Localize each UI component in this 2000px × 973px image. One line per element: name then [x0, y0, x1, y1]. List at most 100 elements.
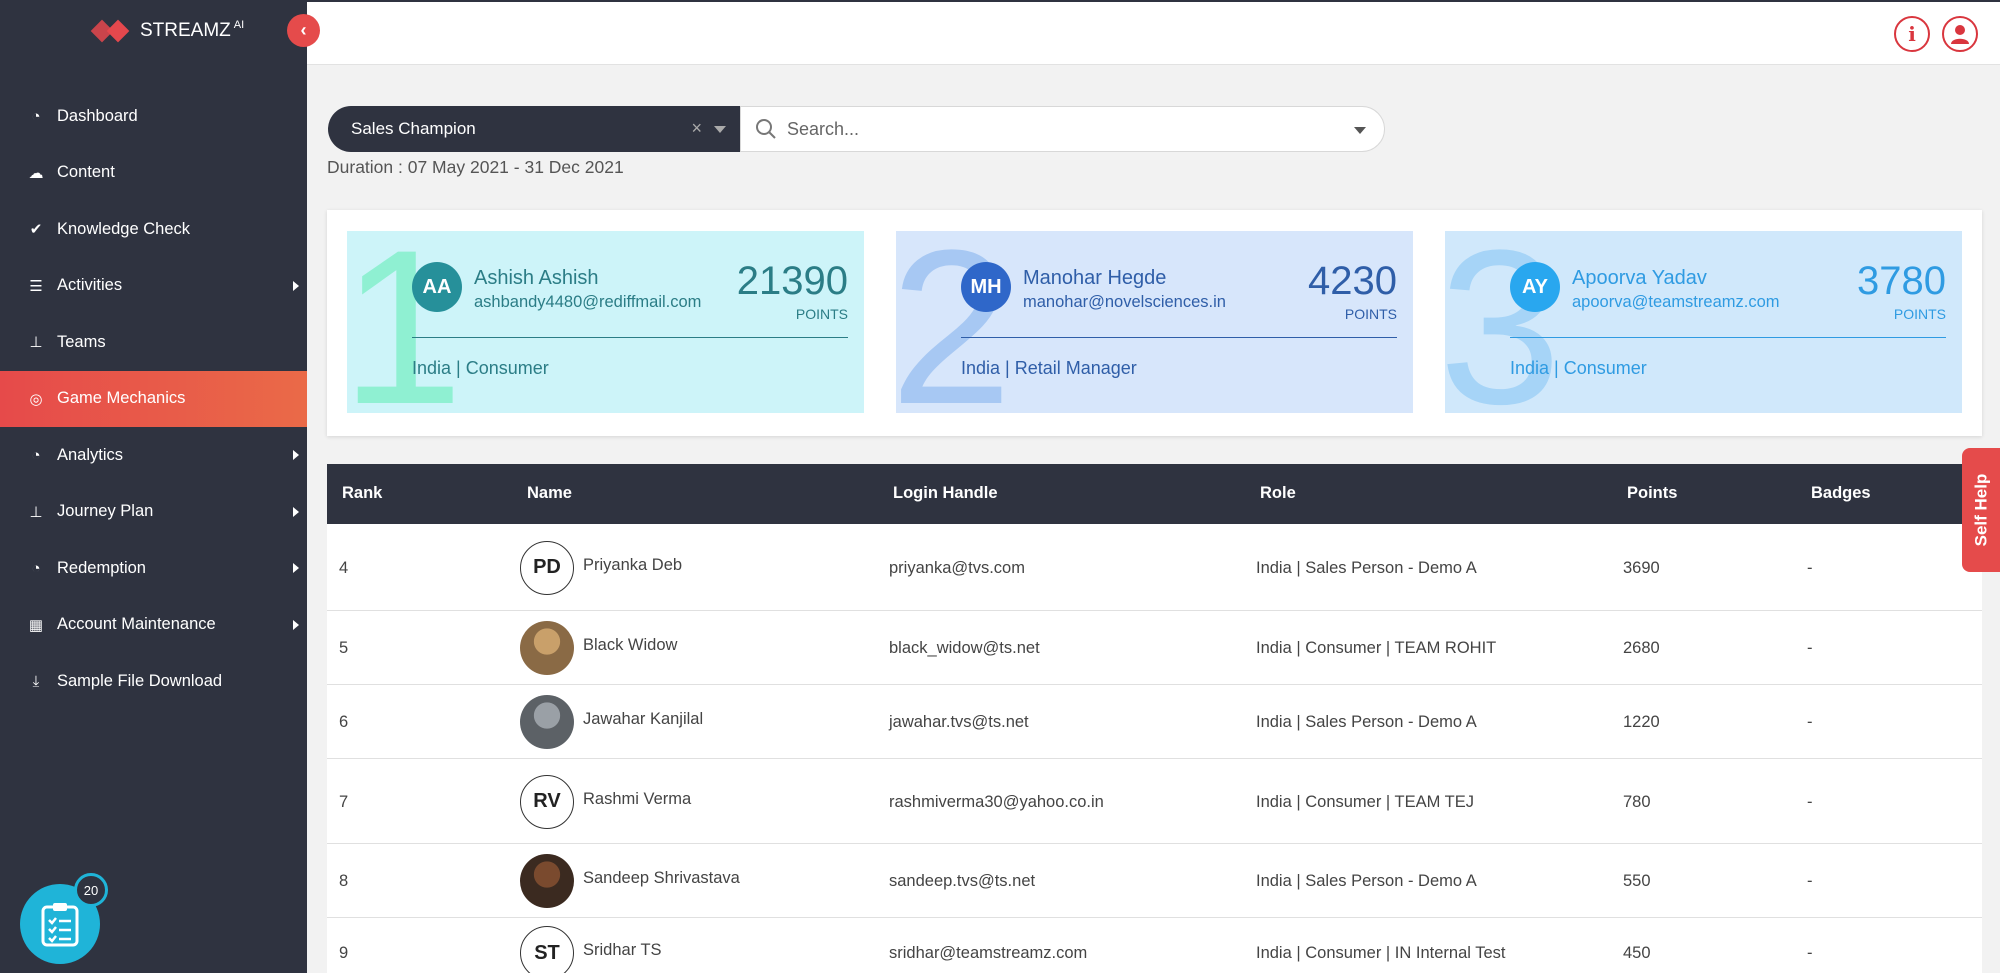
- podium-email: ashbandy4480@rediffmail.com: [474, 293, 702, 311]
- divider: [961, 337, 1397, 338]
- table-row[interactable]: 4 Priyanka Deb priyanka@tvs.com India | Sal…: [327, 524, 1982, 611]
- dashboard-icon: ◔: [31, 446, 41, 464]
- sidebar-item-redemption[interactable]: ◔ Redemption: [0, 540, 307, 597]
- sidebar-item-knowledge-check[interactable]: ✔ Knowledge Check: [0, 201, 307, 258]
- table-row[interactable]: 6 Jawahar Kanjilal jawahar.tvs@ts.net India…: [327, 685, 1982, 759]
- sidebar-item-sample-file-download[interactable]: ⤓ Sample File Download: [0, 653, 307, 710]
- sidebar: STREAMZ AI ◔ Dashboard ☁ Content ✔ Knowledge …: [0, 0, 307, 973]
- header-points[interactable]: Points: [1627, 484, 1677, 503]
- podium-points: 4230: [1308, 259, 1397, 303]
- name-cell: Sridhar TS: [583, 941, 662, 959]
- sidebar-item-label: Journey Plan: [57, 502, 154, 521]
- sidebar-item-game-mechanics[interactable]: ◎ Game Mechanics: [0, 370, 307, 427]
- caret-right-icon: [293, 563, 299, 574]
- sidebar-item-account-maintenance[interactable]: ▦ Account Maintenance: [0, 597, 307, 654]
- login-cell[interactable]: sandeep.tvs@ts.net: [889, 872, 1035, 891]
- caret-right-icon: [293, 619, 299, 630]
- role-cell: India | Consumer | TEAM ROHIT: [1256, 639, 1497, 657]
- sidebar-item-dashboard[interactable]: ◔ Dashboard: [0, 88, 307, 145]
- clear-icon[interactable]: ×: [691, 118, 702, 139]
- avatar: PD: [520, 540, 574, 595]
- badges-cell: -: [1807, 872, 1813, 890]
- podium-name: Ashish Ashish: [474, 267, 599, 289]
- list-icon: ☰: [29, 277, 43, 295]
- search-icon: [756, 119, 776, 139]
- divider: [1510, 337, 1946, 338]
- rank-cell: 7: [339, 792, 349, 811]
- cloud-upload-icon: ☁: [28, 164, 44, 182]
- points-cell: 450: [1623, 944, 1651, 962]
- table-row[interactable]: 5 Black Widow black_widow@ts.net India | Co…: [327, 611, 1982, 685]
- user-icon[interactable]: [1942, 16, 1978, 52]
- sidebar-item-analytics[interactable]: ◔ Analytics: [0, 427, 307, 484]
- podium-name: Manohar Hegde: [1023, 267, 1167, 289]
- rank-cell: 9: [339, 944, 349, 962]
- podium-email: manohar@novelsciences.in: [1023, 293, 1226, 311]
- login-cell[interactable]: jawahar.tvs@ts.net: [889, 713, 1029, 732]
- table-body: 4 Priyanka Deb priyanka@tvs.com India | Sal…: [327, 524, 1982, 973]
- divider: [412, 337, 848, 338]
- role-cell: India | Sales Person - Demo A: [1256, 558, 1477, 577]
- login-cell[interactable]: black_widow@ts.net: [889, 639, 1040, 658]
- table-row[interactable]: 7 Rashmi Verma rashmiverma30@yahoo.co.in In…: [327, 759, 1982, 844]
- podium-card-rank-3[interactable]: 3 AY Apoorva Yadav apoorva@teamstreamz.com 3…: [1445, 231, 1962, 413]
- login-cell[interactable]: priyanka@tvs.com: [889, 559, 1025, 578]
- search-input[interactable]: [787, 118, 1327, 140]
- role-cell: India | Sales Person - Demo A: [1256, 872, 1477, 890]
- podium-role: India | Consumer: [412, 358, 549, 378]
- self-help-label: Self Help: [1971, 473, 1990, 547]
- search-dropdown-icon[interactable]: [1354, 127, 1366, 134]
- header-rank[interactable]: Rank: [342, 484, 382, 503]
- header-name[interactable]: Name: [527, 484, 572, 503]
- rank-cell: 5: [339, 639, 349, 657]
- self-help-button[interactable]: Self Help: [1962, 448, 2000, 572]
- leaderboard-select[interactable]: Sales Champion ×: [328, 106, 740, 152]
- sidebar-item-content[interactable]: ☁ Content: [0, 145, 307, 202]
- table-row[interactable]: 9 Sridhar TS sridhar@teamstreamz.com India …: [327, 918, 1982, 973]
- rank-cell: 8: [339, 872, 349, 890]
- sidebar-item-label: Sample File Download: [57, 671, 223, 690]
- chevron-down-icon[interactable]: [714, 126, 726, 133]
- podium-points-label: POINTS: [1344, 306, 1397, 322]
- brand-name: STREAMZ: [140, 20, 231, 41]
- header-login[interactable]: Login Handle: [893, 484, 998, 503]
- avatar: AY: [1510, 262, 1560, 312]
- sidebar-item-journey-plan[interactable]: ⊥ Journey Plan: [0, 484, 307, 541]
- duration-text: Duration : 07 May 2021 - 31 Dec 2021: [327, 157, 624, 177]
- podium-card-rank-1[interactable]: 1 AA Ashish Ashish ashbandy4480@rediffmail.…: [347, 231, 864, 413]
- table-row[interactable]: 8 Sandeep Shrivastava sandeep.tvs@ts.net In…: [327, 844, 1982, 918]
- header-role[interactable]: Role: [1260, 484, 1296, 503]
- sidebar-item-label: Analytics: [57, 445, 124, 464]
- role-cell: India | Sales Person - Demo A: [1256, 713, 1477, 731]
- points-cell: 550: [1623, 872, 1651, 890]
- tasks-count-badge: 20: [74, 873, 108, 907]
- sidebar-nav: ◔ Dashboard ☁ Content ✔ Knowledge Check ☰ Activ…: [0, 88, 307, 710]
- collapse-sidebar-button[interactable]: ‹: [287, 14, 320, 47]
- table-header: Rank Name Login Handle Role Points Badge…: [327, 464, 1982, 524]
- caret-right-icon: [293, 280, 299, 291]
- login-cell[interactable]: sridhar@teamstreamz.com: [889, 944, 1087, 963]
- rank-cell: 4: [339, 558, 349, 577]
- sidebar-item-activities[interactable]: ☰ Activities: [0, 258, 307, 315]
- name-cell: Rashmi Verma: [583, 789, 692, 808]
- info-icon[interactable]: i: [1894, 16, 1930, 52]
- user-silhouette-icon: [1951, 25, 1969, 44]
- sidebar-item-teams[interactable]: ⊥ Teams: [0, 314, 307, 371]
- header-badges[interactable]: Badges: [1811, 484, 1871, 503]
- podium-card-rank-2[interactable]: 2 MH Manohar Hegde manohar@novelsciences.in…: [896, 231, 1413, 413]
- clipboard-icon: [41, 903, 79, 947]
- sidebar-item-label: Content: [57, 163, 115, 182]
- leaderboard-select-value: Sales Champion: [351, 119, 476, 138]
- name-cell: Jawahar Kanjilal: [583, 710, 704, 728]
- points-cell: 780: [1623, 792, 1651, 811]
- points-cell: 2680: [1623, 639, 1660, 657]
- badges-cell: -: [1807, 792, 1813, 811]
- grid-icon: ▦: [28, 616, 44, 634]
- search-field[interactable]: [740, 106, 1385, 152]
- sitemap-icon: ⊥: [29, 503, 43, 521]
- check-icon: ✔: [29, 221, 43, 239]
- sidebar-item-label: Game Mechanics: [57, 389, 186, 408]
- login-cell[interactable]: rashmiverma30@yahoo.co.in: [889, 793, 1104, 812]
- badges-cell: -: [1807, 639, 1813, 657]
- brand-logo[interactable]: STREAMZ AI: [90, 19, 244, 43]
